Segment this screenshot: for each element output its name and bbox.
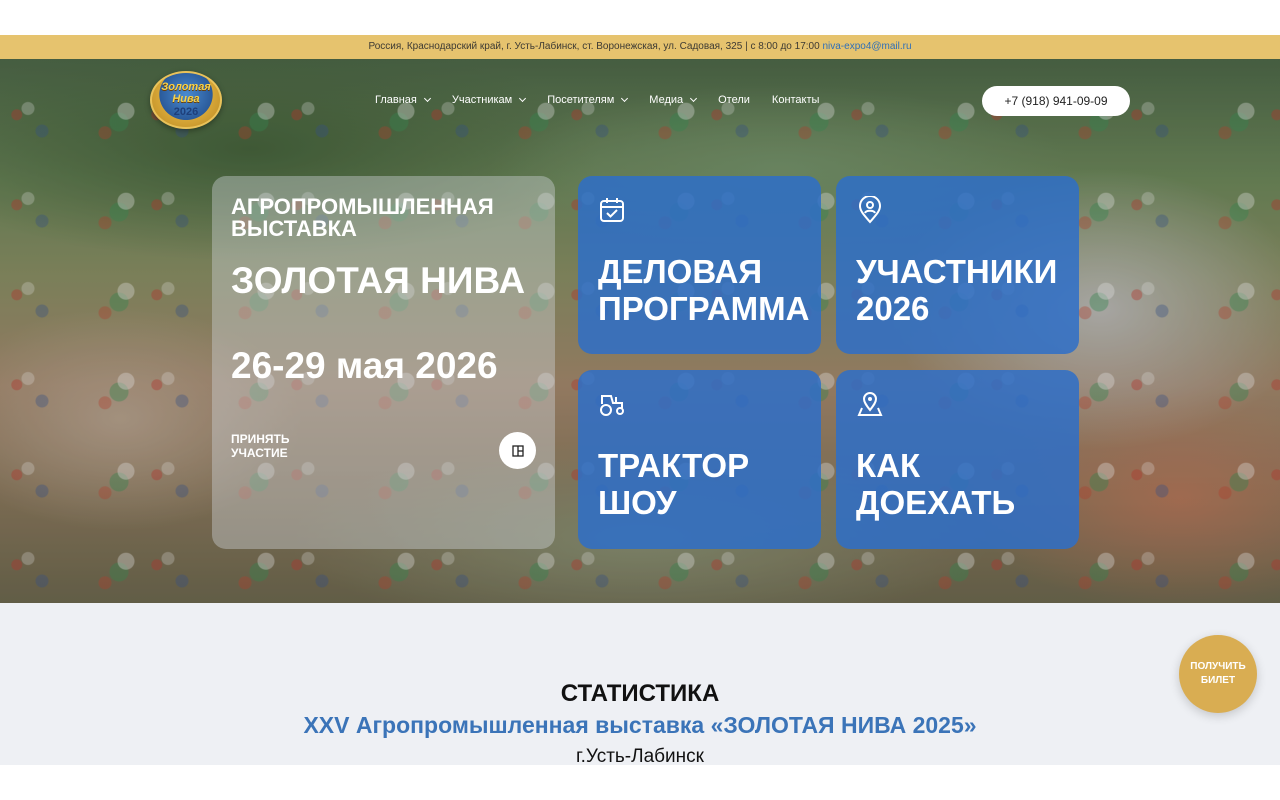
chevron-down-icon: [690, 94, 698, 103]
calendar-check-icon: [600, 198, 624, 222]
nav-item-label: Посетителям: [547, 94, 615, 106]
participate-link[interactable]: ПРИНЯТЬ УЧАСТИЕ: [231, 432, 290, 460]
nav-item-home[interactable]: Главная: [375, 94, 431, 106]
page: Россия, Краснодарский край, г. Усть-Лаби…: [0, 0, 1280, 800]
tile-label-line2: ДОЕХАТЬ: [856, 484, 1016, 521]
phone-button[interactable]: +7 (918) 941-09-09: [982, 86, 1130, 116]
nav-item-hotels[interactable]: Отели: [718, 94, 750, 106]
participate-line2: УЧАСТИЕ: [231, 446, 288, 460]
event-dates: 26-29 мая 2026: [231, 345, 498, 386]
nav-item-contacts[interactable]: Контакты: [772, 94, 820, 106]
event-card: АГРОПРОМЫШЛЕННАЯ ВЫСТАВКА ЗОЛОТАЯ НИВА 2…: [212, 176, 555, 549]
tile-label-line1: ТРАКТОР: [598, 447, 750, 484]
statistics-city: г.Усть-Лабинск: [576, 746, 704, 767]
tile-label-line1: КАК: [856, 447, 921, 484]
statistics-subheading: XXV Агропромышленная выставка «ЗОЛОТАЯ Н…: [303, 712, 977, 738]
ticket-line2: БИЛЕТ: [1200, 675, 1236, 686]
nav-item-media[interactable]: Медиа: [649, 94, 698, 106]
map-pin-icon: [857, 392, 883, 416]
tile-label-line1: ДЕЛОВАЯ: [598, 253, 763, 290]
chevron-down-icon: [519, 94, 527, 103]
get-ticket-button[interactable]: ПОЛУЧИТЬ БИЛЕТ: [1179, 635, 1257, 713]
nav-item-label: Отели: [718, 94, 750, 106]
participate-button[interactable]: [499, 432, 536, 469]
tile-business-program[interactable]: ДЕЛОВАЯ ПРОГРАММА: [578, 176, 821, 354]
tile-label-line2: ПРОГРАММА: [598, 290, 810, 327]
nav-item-participants[interactable]: Участникам: [451, 94, 527, 106]
logo-line2: Нива: [172, 93, 200, 105]
nav-item-visitors[interactable]: Посетителям: [547, 94, 629, 106]
nav-item-label: Контакты: [771, 94, 820, 106]
tractor-icon: [600, 395, 624, 416]
tile-tractor-show[interactable]: ТРАКТОР ШОУ: [578, 370, 821, 549]
tile-directions[interactable]: КАК ДОЕХАТЬ: [836, 370, 1079, 549]
address-text: Россия, Краснодарский край, г. Усть-Лаби…: [368, 41, 820, 52]
site-header: Золотая Нива 2026 Главная Участникам Пос…: [0, 59, 1280, 143]
tile-label-line2: 2026: [856, 290, 930, 327]
top-info-bar: Россия, Краснодарский край, г. Усть-Лаби…: [0, 35, 1280, 59]
location-person-icon: [858, 196, 882, 224]
main-nav: Главная Участникам Посетителям Медиа Оте…: [375, 94, 841, 106]
email-link[interactable]: niva-expo4@mail.ru: [822, 41, 911, 52]
ticket-line1: ПОЛУЧИТЬ: [1190, 661, 1246, 672]
tile-participants[interactable]: УЧАСТНИКИ 2026: [836, 176, 1079, 354]
tile-label-line1: УЧАСТНИКИ: [856, 253, 1058, 290]
nav-item-label: Главная: [375, 94, 417, 106]
nav-item-label: Медиа: [649, 94, 684, 106]
logo-line1: Золотая: [161, 81, 211, 93]
chevron-down-icon: [423, 94, 431, 103]
event-title: ЗОЛОТАЯ НИВА: [231, 260, 526, 301]
statistics-heading: СТАТИСТИКА: [560, 680, 720, 707]
form-icon: [511, 444, 524, 457]
site-logo[interactable]: Золотая Нива 2026: [150, 71, 222, 129]
participate-line1: ПРИНЯТЬ: [231, 432, 290, 446]
chevron-down-icon: [621, 94, 629, 103]
logo-year: 2026: [173, 106, 199, 118]
event-subtitle: АГРОПРОМЫШЛЕННАЯ ВЫСТАВКА: [231, 194, 494, 241]
tile-label-line2: ШОУ: [598, 484, 677, 521]
statistics-section: СТАТИСТИКА XXV Агропромышленная выставка…: [0, 603, 1280, 767]
nav-item-label: Участникам: [451, 94, 513, 106]
